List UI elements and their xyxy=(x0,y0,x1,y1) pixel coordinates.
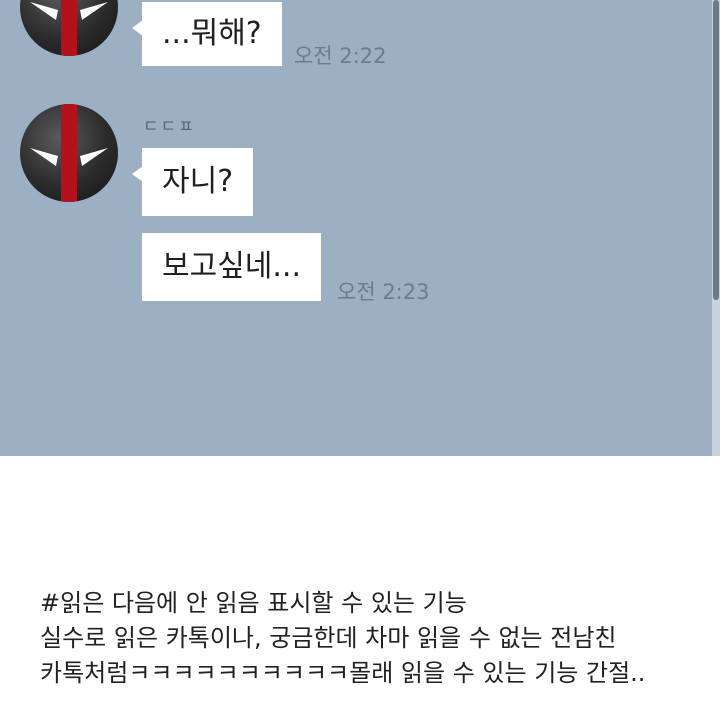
message-text: 자니? xyxy=(162,164,234,199)
caption-line: 카톡처럼ㅋㅋㅋㅋㅋㅋㅋㅋㅋㅋ몰래 읽을 수 있는 기능 간절.. xyxy=(40,659,646,687)
avatar[interactable] xyxy=(20,104,118,202)
message-text: 보고싶네... xyxy=(162,249,302,284)
deadpool-mask-icon xyxy=(30,104,108,202)
deadpool-mask-icon xyxy=(30,0,108,56)
message-timestamp: 오전 2:22 xyxy=(294,44,387,68)
sender-name: ㄷㄷㅍ xyxy=(143,117,196,137)
caption-line: 실수로 읽은 카톡이나, 궁금한데 차마 읽을 수 없는 전남친 xyxy=(40,624,617,652)
scrollbar-thumb[interactable] xyxy=(713,0,719,300)
message-bubble[interactable]: 자니? xyxy=(132,148,254,216)
message-timestamp: 오전 2:23 xyxy=(337,280,430,304)
bubble-tail xyxy=(132,166,143,182)
avatar[interactable] xyxy=(20,0,118,56)
message-text: ...뭐해? xyxy=(162,16,262,51)
bubble-tail xyxy=(132,20,143,36)
scrollbar[interactable] xyxy=(712,0,720,456)
caption-text: #읽은 다음에 안 읽음 표시할 수 있는 기능 실수로 읽은 카톡이나, 궁금… xyxy=(40,586,710,691)
message-bubble[interactable]: ...뭐해? xyxy=(132,2,282,66)
message-bubble[interactable]: 보고싶네... xyxy=(142,233,322,301)
chat-area: ...뭐해? 오전 2:22 ㄷㄷㅍ 자니? 보고싶네... 오전 2:23 xyxy=(0,0,720,456)
caption-line: #읽은 다음에 안 읽음 표시할 수 있는 기능 xyxy=(40,589,467,617)
